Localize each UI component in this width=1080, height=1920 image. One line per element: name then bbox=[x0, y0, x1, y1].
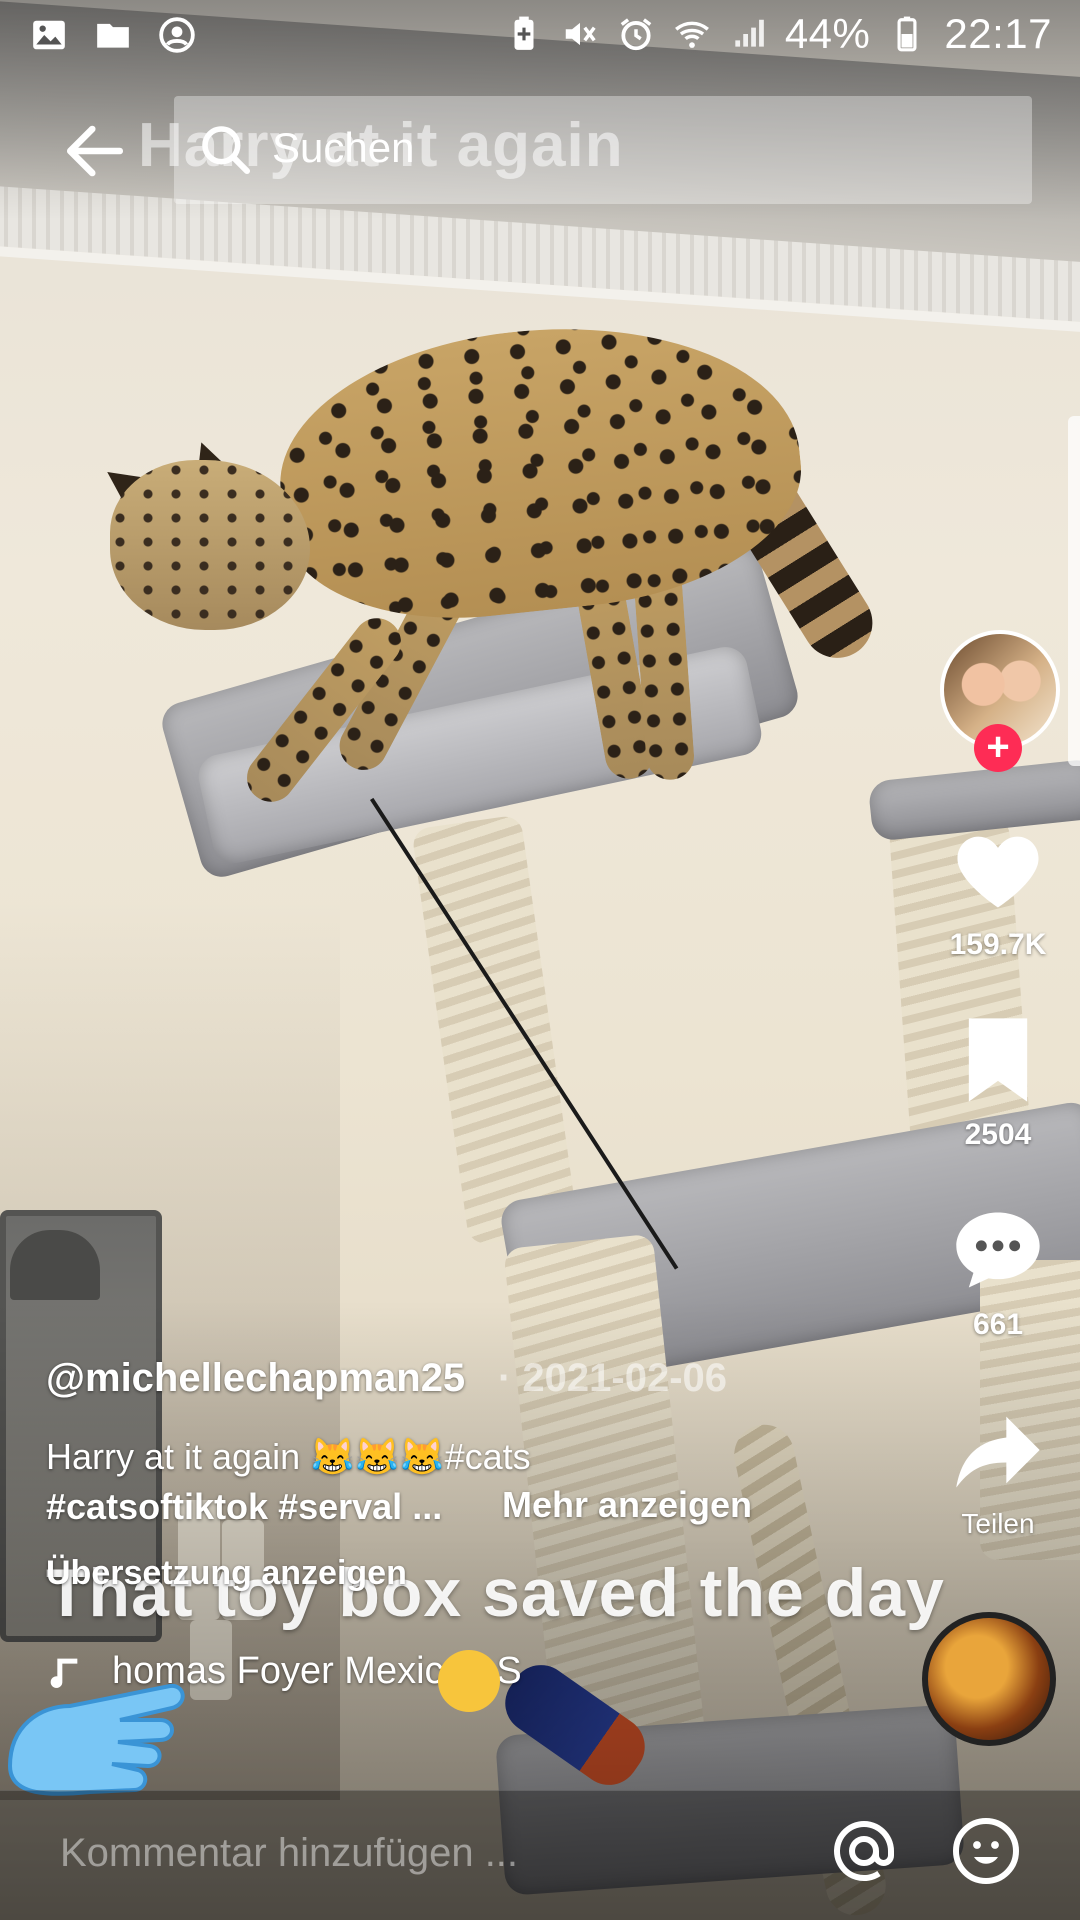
mute-icon bbox=[565, 22, 596, 46]
like-count: 159.7K bbox=[949, 928, 1047, 961]
search-bar[interactable]: Suchen bbox=[174, 96, 1032, 204]
folder-icon bbox=[97, 23, 129, 48]
comment-input-bar[interactable]: Kommentar hinzufügen ... bbox=[0, 1790, 1080, 1920]
status-bar-left bbox=[30, 16, 196, 54]
share-button[interactable]: Teilen bbox=[930, 1400, 1066, 1540]
back-arrow-icon[interactable] bbox=[60, 118, 130, 184]
battery-saver-icon bbox=[514, 16, 534, 50]
side-scroll-handle[interactable] bbox=[1068, 416, 1080, 766]
creator-username[interactable]: @michellechapman25 bbox=[46, 1356, 465, 1401]
tiktok-video-screen: 44% 22:17 Harry at it again Suchen + 159… bbox=[0, 0, 1080, 1920]
heart-icon bbox=[957, 836, 1039, 908]
follow-plus-button[interactable]: + bbox=[974, 724, 1022, 772]
share-arrow-icon bbox=[956, 1416, 1040, 1488]
caption-text: Harry at it again 😹😹😹#cats bbox=[46, 1436, 531, 1477]
mention-at-icon[interactable] bbox=[828, 1815, 900, 1887]
favorite-button[interactable]: 2504 bbox=[930, 1010, 1066, 1152]
wifi-icon bbox=[674, 21, 709, 48]
show-translation-link[interactable]: Übersetzung anzeigen bbox=[46, 1554, 407, 1593]
alarm-icon bbox=[620, 18, 652, 51]
post-date: · 2021-02-06 bbox=[498, 1356, 728, 1400]
favorite-count: 2504 bbox=[964, 1118, 1032, 1151]
search-placeholder: Suchen bbox=[272, 124, 415, 171]
music-disc-icon[interactable] bbox=[922, 1612, 1056, 1746]
comment-bubble-icon bbox=[956, 1212, 1040, 1288]
scratching-post bbox=[411, 814, 579, 1246]
laughing-emoji-icon bbox=[438, 1650, 500, 1712]
gallery-icon bbox=[33, 20, 65, 50]
comment-button[interactable]: 661 bbox=[930, 1200, 1066, 1342]
account-circle-icon bbox=[159, 17, 195, 53]
caption-hashtags[interactable]: #catsoftiktok #serval ... bbox=[46, 1486, 442, 1528]
bookmark-icon bbox=[968, 1018, 1028, 1102]
comment-count: 661 bbox=[972, 1308, 1024, 1341]
comment-input-placeholder: Kommentar hinzufügen ... bbox=[60, 1831, 519, 1875]
emoji-smiley-icon[interactable] bbox=[950, 1815, 1022, 1887]
show-more-link[interactable]: Mehr anzeigen bbox=[502, 1484, 752, 1526]
clock: 22:17 bbox=[944, 10, 1052, 57]
battery-percent: 44% bbox=[784, 10, 871, 57]
search-icon bbox=[202, 126, 251, 175]
lantern-top bbox=[10, 1230, 100, 1300]
status-bar: 44% 22:17 bbox=[0, 0, 1080, 76]
share-label: Teilen bbox=[961, 1508, 1035, 1539]
battery-icon bbox=[897, 16, 917, 52]
status-bar-right: 44% 22:17 bbox=[505, 10, 1052, 58]
like-button[interactable]: 159.7K bbox=[930, 820, 1066, 962]
signal-icon bbox=[735, 19, 764, 47]
